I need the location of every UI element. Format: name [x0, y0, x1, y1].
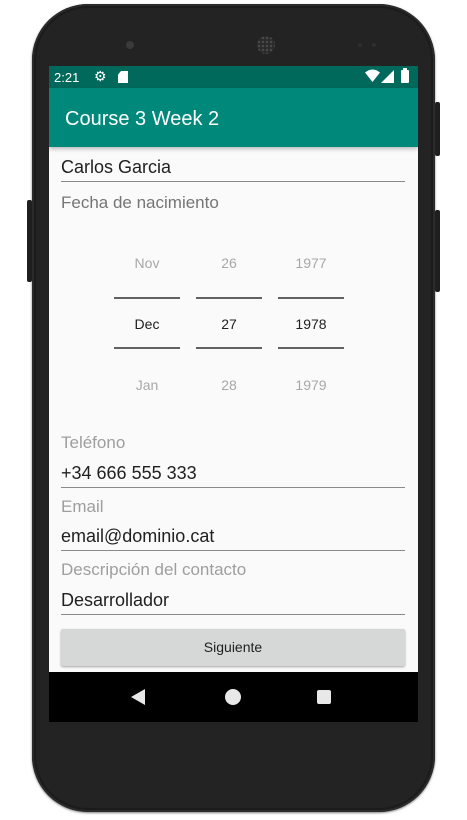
birth-date-label: Fecha de nacimiento [61, 193, 219, 212]
front-camera [126, 41, 134, 49]
nav-bar [49, 672, 418, 722]
name-value: Carlos Garcia [61, 157, 172, 177]
month-selected[interactable]: Dec [114, 316, 180, 332]
next-button[interactable]: Siguiente [61, 629, 405, 666]
back-icon[interactable] [131, 689, 145, 705]
year-divider-top [278, 297, 344, 299]
month-divider-bottom [114, 347, 180, 349]
email-label: Email [61, 497, 104, 516]
email-underline [61, 550, 405, 551]
year-selected[interactable]: 1978 [278, 316, 344, 332]
month-divider-top [114, 297, 180, 299]
month-picker[interactable]: Nov Dec Jan [114, 251, 180, 411]
app-title: Course 3 Week 2 [65, 108, 220, 130]
status-bar: 2:21 ⚙ [49, 66, 418, 88]
screen: 2:21 ⚙ Course 3 Week 2 Carlos Garcia Fec… [49, 66, 418, 722]
year-divider-bottom [278, 347, 344, 349]
phone-field[interactable]: +34 666 555 333 [61, 463, 405, 488]
day-prev[interactable]: 26 [196, 255, 262, 271]
power-button [435, 102, 440, 156]
name-field[interactable]: Carlos Garcia [61, 157, 405, 182]
earpiece-speaker [257, 36, 275, 54]
description-value: Desarrollador [61, 590, 170, 610]
email-field[interactable]: email@dominio.cat [61, 526, 405, 551]
signal-icon [381, 70, 394, 83]
home-icon[interactable] [225, 689, 241, 705]
day-divider-top [196, 297, 262, 299]
gear-icon: ⚙ [94, 68, 107, 84]
email-value: email@dominio.cat [61, 526, 215, 546]
sd-card-icon [118, 71, 128, 83]
year-next[interactable]: 1979 [278, 377, 344, 393]
light-sensor [372, 43, 376, 47]
proximity-sensor [358, 43, 362, 47]
day-divider-bottom [196, 347, 262, 349]
month-prev[interactable]: Nov [114, 255, 180, 271]
day-selected[interactable]: 27 [196, 316, 262, 332]
day-next[interactable]: 28 [196, 377, 262, 393]
volume-button [435, 210, 440, 292]
side-button-left [27, 200, 32, 282]
name-underline [61, 181, 405, 182]
description-field[interactable]: Desarrollador [61, 590, 405, 615]
battery-icon [401, 68, 409, 83]
month-next[interactable]: Jan [114, 377, 180, 393]
clock: 2:21 [54, 70, 80, 85]
year-picker[interactable]: 1977 1978 1979 [278, 251, 344, 411]
wifi-icon [365, 69, 380, 82]
description-underline [61, 614, 405, 615]
recents-icon[interactable] [317, 690, 331, 704]
phone-value: +34 666 555 333 [61, 463, 197, 483]
description-label: Descripción del contacto [61, 560, 247, 579]
phone-underline [61, 487, 405, 488]
year-prev[interactable]: 1977 [278, 255, 344, 271]
app-bar: Course 3 Week 2 [49, 88, 418, 147]
phone-label: Teléfono [61, 433, 126, 452]
day-picker[interactable]: 26 27 28 [196, 251, 262, 411]
